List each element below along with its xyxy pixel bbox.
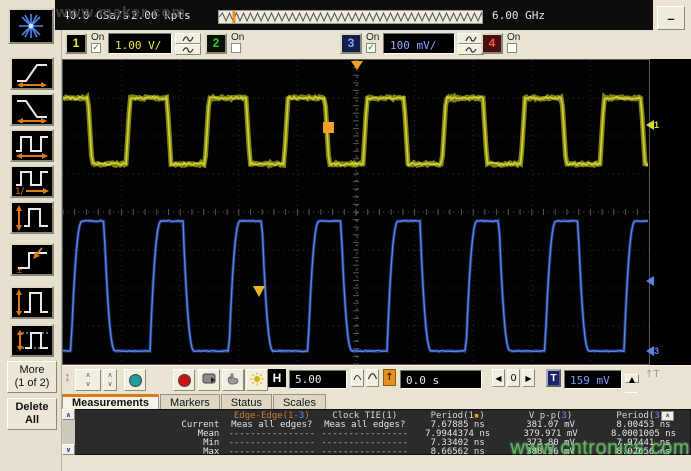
tab-measurements[interactable]: Measurements: [62, 394, 159, 410]
channel-1-enable: On ✓: [91, 32, 109, 53]
column-scroll-button[interactable]: ∧: [661, 411, 674, 421]
nudge-left-button[interactable]: ◀: [492, 369, 505, 387]
channel-4-button[interactable]: 4: [481, 33, 503, 54]
horizontal-toolbar: ↕ ∧∨ ∧∨ H 5.00 ns/ ↑ 0.0 s ◀ 0 ▶ T 159 m…: [62, 365, 691, 393]
timebase-field[interactable]: 5.00 ns/: [289, 370, 347, 389]
level-up-button[interactable]: ▲: [625, 374, 639, 383]
marker-color-red-button[interactable]: [173, 369, 195, 391]
bandwidth-readout: 6.00 GHz: [492, 9, 545, 22]
scroll-up-button[interactable]: ∧: [62, 409, 75, 420]
nudge-right-button[interactable]: ▶: [522, 369, 535, 387]
delete-all-button[interactable]: Delete All: [7, 398, 57, 430]
channel-1-button[interactable]: 1: [65, 33, 87, 54]
coupling-dc-icon[interactable]: [175, 44, 201, 55]
measurements-header-row: Edge-Edge(1-3)Clock TIE(1)Period(1▪)V p-…: [77, 411, 690, 420]
channel-4-enable: On: [507, 32, 525, 53]
trigger-level-marker[interactable]: [646, 275, 654, 287]
trigger-level-field[interactable]: 159 mV: [564, 370, 622, 389]
marker-color-teal-button[interactable]: [124, 369, 146, 391]
measurement-row-max: Max--------------------------------8.665…: [77, 447, 690, 455]
oscilloscope-app: 1/ ± More (1 of 2) Delete All 40.0 GSa/s…: [0, 0, 691, 471]
channel-3-enable: On ✓: [366, 32, 384, 53]
trigger-time-icon: ↑: [383, 369, 396, 386]
edge-delay-measurement-button[interactable]: ±: [10, 243, 54, 276]
tab-markers[interactable]: Markers: [160, 394, 220, 410]
watermark-top: www.maker.com: [56, 4, 186, 21]
zoom-out-time-button[interactable]: [351, 369, 364, 387]
channel-1-ground-marker[interactable]: 1: [646, 119, 659, 131]
brand-logo-icon: [8, 8, 54, 44]
screen-capture-button[interactable]: [198, 369, 220, 391]
tab-scales[interactable]: Scales: [273, 394, 326, 410]
channel-4-enable-checkbox[interactable]: [507, 43, 517, 53]
column-header: Period(3▾): [597, 411, 690, 420]
cursor-position-icon: ↕: [64, 369, 71, 384]
measurement-row-min: Min--------------------------------7.334…: [77, 438, 690, 447]
trigger-position-icon: ↑T: [645, 369, 660, 380]
channel-3-scale-field[interactable]: 100 mV/: [383, 33, 455, 54]
column-header: Clock TIE(1): [318, 411, 411, 420]
fine-nudge-button[interactable]: ∧∨: [103, 369, 117, 391]
more-page-indicator: (1 of 2): [15, 377, 50, 389]
column-header: Edge-Edge(1-3): [225, 411, 318, 420]
more-button[interactable]: More (1 of 2): [7, 361, 57, 393]
channel-1-coupling-buttons: [175, 33, 201, 55]
channel-2-button[interactable]: 2: [205, 33, 227, 54]
scroll-down-button[interactable]: ∨: [62, 444, 75, 455]
sidebar: 1/ ± More (1 of 2) Delete All: [0, 0, 62, 471]
column-header: V p-p(3): [504, 411, 597, 420]
period-measurement-button[interactable]: [10, 129, 54, 162]
trigger-menu-button[interactable]: T: [546, 369, 561, 387]
measurements-scrollbar[interactable]: ∧ ∨: [62, 409, 75, 455]
channel-2-enable: On: [231, 32, 249, 53]
channel-3-enable-checkbox[interactable]: ✓: [366, 43, 376, 53]
svg-text:1/: 1/: [15, 187, 25, 195]
measurement-row-current: CurrentMeas all edges?Meas all edges?7.6…: [77, 420, 690, 429]
acquisition-preview-strip[interactable]: [218, 10, 483, 24]
frequency-measurement-button[interactable]: 1/: [10, 165, 54, 198]
channel-1-enable-checkbox[interactable]: ✓: [91, 43, 101, 53]
graticule: [62, 59, 650, 365]
column-header: Period(1▪): [411, 411, 504, 420]
coupling-ac-icon[interactable]: [175, 33, 201, 44]
channel-3-ground-marker[interactable]: 3: [646, 345, 659, 357]
v-peak-peak-measurement-button[interactable]: [10, 286, 54, 319]
nudge-zero-button[interactable]: 0: [507, 369, 520, 387]
v-top-base-measurement-button[interactable]: [10, 324, 54, 357]
horizontal-menu-icon[interactable]: H: [268, 369, 286, 387]
measurement-row-mean: Mean--------------------------------7.99…: [77, 429, 690, 438]
channel-1-scale-field[interactable]: 1.00 V/: [108, 33, 172, 54]
delay-field[interactable]: 0.0 s: [400, 370, 482, 389]
measurements-panel: MeasurementsMarkersStatusScales Edge-Edg…: [62, 393, 691, 471]
more-label: More: [19, 364, 44, 376]
measurements-table: Edge-Edge(1-3)Clock TIE(1)Period(1▪)V p-…: [62, 409, 691, 455]
panel-tabs: MeasurementsMarkersStatusScales: [62, 393, 691, 410]
pan-pad-button[interactable]: ∧∨: [75, 369, 101, 391]
minimize-button[interactable]: –: [657, 6, 685, 30]
brightness-button[interactable]: [246, 369, 268, 391]
channel-3-button[interactable]: 3: [340, 33, 362, 54]
tab-status[interactable]: Status: [221, 394, 272, 410]
amplitude-measurement-button[interactable]: [10, 201, 54, 234]
fall-time-measurement-button[interactable]: [10, 93, 54, 126]
waveform-display[interactable]: 13: [62, 59, 691, 365]
zoom-in-time-button[interactable]: [366, 369, 379, 387]
rise-time-measurement-button[interactable]: [10, 57, 54, 90]
channel-controls-row: 1 On ✓ 1.00 V/ 2 On 3 On ✓ 100 mV/ 4 On: [62, 30, 691, 59]
channel-2-enable-checkbox[interactable]: [231, 43, 241, 53]
svg-text:±: ±: [16, 266, 23, 273]
touch-button[interactable]: [222, 369, 244, 391]
